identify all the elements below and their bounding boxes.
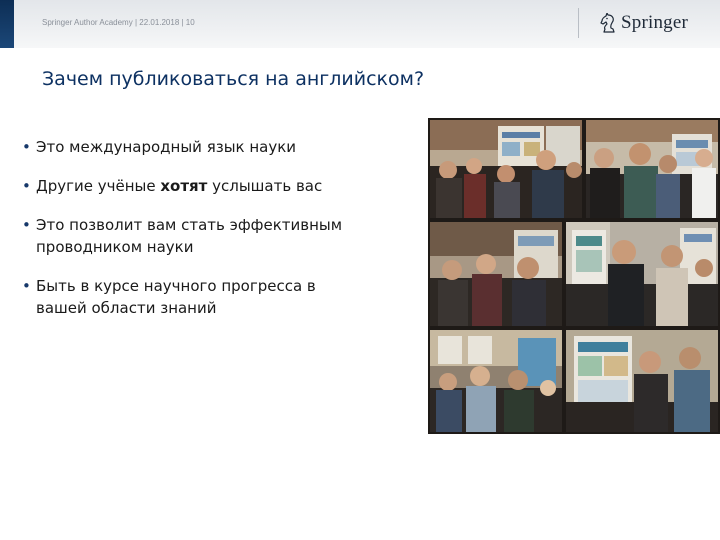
bullet-text-line1: Быть в курсе научного прогресса в (36, 277, 316, 295)
bullet-item: • Это международный язык науки (22, 136, 402, 158)
photo-tile-crowd (430, 222, 562, 326)
photo-tile-audience (430, 330, 562, 432)
bullet-text-line1: Это позволит вам стать эффективным (36, 216, 343, 234)
bullet-text-line2: проводником науки (36, 238, 194, 256)
logo-text: Springer (621, 12, 689, 33)
bullet-marker: • (22, 216, 31, 234)
bullet-marker: • (22, 138, 31, 156)
bullet-item: • Быть в курсе научного прогресса в ваше… (22, 275, 402, 319)
bullet-marker: • (22, 277, 31, 295)
photo-tile-poster-talk (566, 330, 718, 432)
bullet-item: • Это позволит вам стать эффективным про… (22, 214, 402, 258)
conference-photo-collage (428, 118, 720, 434)
header-divider (578, 8, 579, 38)
bullet-text-end: услышать вас (207, 177, 323, 195)
photo-tile-presentation (566, 222, 718, 326)
chess-knight-icon (600, 13, 618, 33)
bullet-item: • Другие учёные хотят услышать вас (22, 175, 402, 197)
bullet-list: • Это международный язык науки • Другие … (22, 136, 402, 336)
photo-tile-poster-hall (430, 120, 582, 218)
bullet-marker: • (22, 177, 31, 195)
photo-tile-discussion (586, 120, 718, 218)
bullet-text-line2: вашей области знаний (36, 299, 217, 317)
slide-title: Зачем публиковаться на английском? (42, 68, 425, 90)
bullet-text: Это международный язык науки (36, 138, 297, 156)
header-accent-bar (0, 0, 14, 48)
bullet-text-emphasis: хотят (160, 177, 208, 195)
springer-logo: Springer (600, 12, 688, 34)
header-meta-text: Springer Author Academy | 22.01.2018 | 1… (42, 18, 195, 27)
bullet-text-start: Другие учёные (36, 177, 161, 195)
